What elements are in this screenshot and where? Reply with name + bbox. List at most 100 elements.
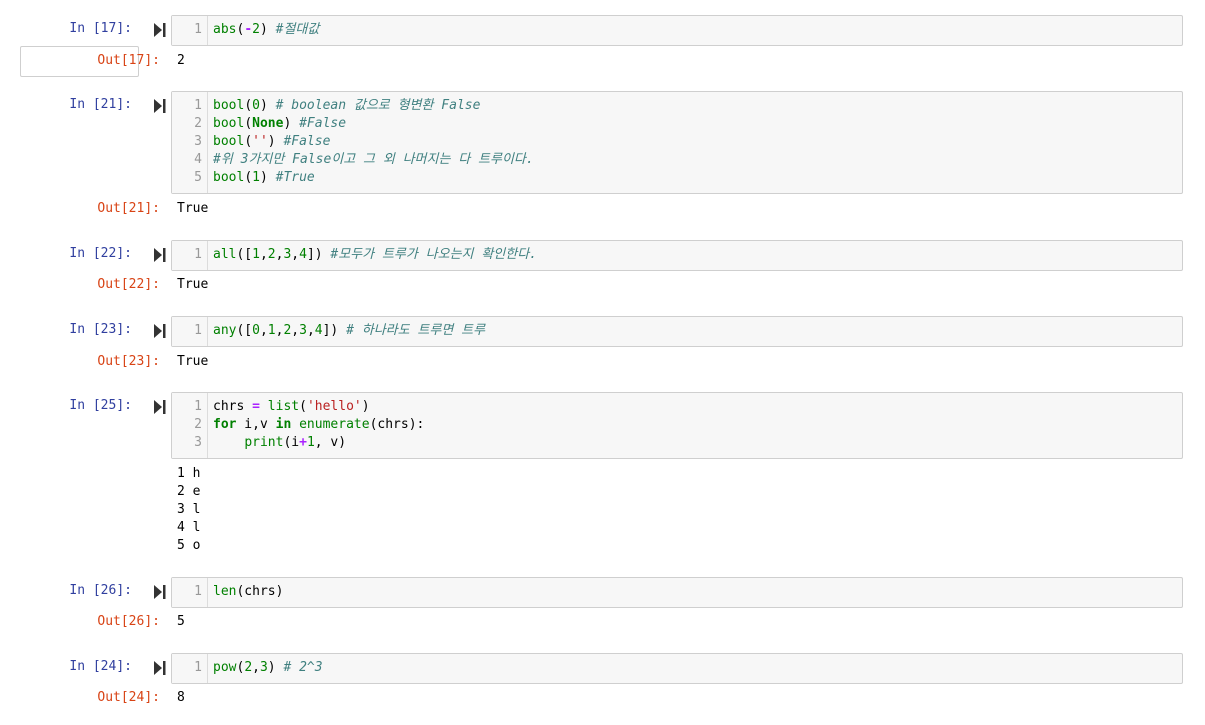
code-token: , [259, 247, 268, 262]
code-token: enumerate [299, 417, 370, 432]
code-line: all([1,2,3,4]) #모두가 트루가 나오는지 확인한다. [213, 246, 537, 264]
in-prompt: In [21]: [69, 97, 132, 112]
code-text[interactable]: bool(0) # boolean 값으로 형변환 False bool(None… [213, 97, 534, 187]
line-number: 5 [194, 170, 202, 185]
code-token: ) [267, 660, 284, 675]
line-number: 1 [194, 660, 202, 675]
code-line: pow(2,3) # 2^3 [213, 659, 323, 677]
line-number: 1 [194, 22, 202, 37]
code-token: ]) [306, 247, 331, 262]
in-prompt: In [25]: [69, 398, 132, 413]
code-token: 1 [267, 323, 276, 338]
code-token: 0 [252, 323, 260, 338]
code-input-area[interactable]: 1 any([0,1,2,3,4]) # 하나라도 트루면 트루 [171, 316, 1183, 347]
code-token: bool [213, 170, 245, 185]
run-cell-icon[interactable] [154, 248, 166, 262]
out-prompt: Out[22]: [97, 277, 160, 292]
code-token: (i [283, 435, 300, 450]
run-cell-icon[interactable] [154, 400, 166, 414]
code-line: bool(None) #False [213, 115, 534, 133]
run-cell-icon[interactable] [154, 324, 166, 338]
code-line: len(chrs) [213, 583, 283, 601]
code-token: bool [213, 116, 245, 131]
code-token: 0 [252, 98, 260, 113]
code-input-area[interactable]: 1 pow(2,3) # 2^3 [171, 653, 1183, 684]
code-token: # 2^3 [283, 660, 323, 675]
code-token: ( [244, 170, 253, 185]
code-text[interactable]: any([0,1,2,3,4]) # 하나라도 트루면 트루 [213, 322, 485, 340]
code-input-area[interactable]: 1 2 3 4 5 bool(0) # boolean 값으로 형변환 Fals… [171, 91, 1183, 194]
line-number: 2 [194, 116, 202, 131]
code-line: bool(1) #True [213, 169, 534, 187]
run-cell-icon[interactable] [154, 23, 166, 37]
line-number: 3 [194, 435, 202, 450]
code-text[interactable]: pow(2,3) # 2^3 [213, 659, 323, 677]
code-token: , v) [314, 435, 347, 450]
code-token: abs [213, 22, 237, 37]
code-token: 1 [306, 435, 315, 450]
code-token: ) [267, 134, 284, 149]
code-line: abs(-2) #절대값 [213, 21, 319, 39]
line-number: 3 [194, 134, 202, 149]
code-token: 3 [259, 660, 268, 675]
code-input-area[interactable]: 1 len(chrs) [171, 577, 1183, 608]
cell-output: 5 [177, 614, 185, 629]
code-token: 2 [252, 22, 260, 37]
code-token: 4 [299, 247, 307, 262]
cell-output: True [177, 277, 209, 292]
in-prompt: In [22]: [69, 246, 132, 261]
code-input-area[interactable]: 1 all([1,2,3,4]) #모두가 트루가 나오는지 확인한다. [171, 240, 1183, 271]
code-token: 4 [314, 323, 323, 338]
cell-output: True [177, 201, 209, 216]
code-text[interactable]: chrs = list('hello') for i,v in enumerate… [213, 398, 424, 452]
code-token: - [244, 22, 253, 37]
line-number: 1 [194, 584, 202, 599]
code-token: #True [275, 170, 315, 185]
code-line: #위 3가지만 False이고 그 외 나머지는 다 트루이다. [213, 151, 534, 169]
code-token: pow [213, 660, 237, 675]
cell-output: 1 h 2 e 3 l 4 l 5 o [177, 466, 201, 553]
code-token: (chrs) [236, 584, 284, 599]
code-input-area[interactable]: 1 abs(-2) #절대값 [171, 15, 1183, 46]
code-token: , [291, 247, 300, 262]
code-token: (chrs): [369, 417, 425, 432]
out-prompt: Out[26]: [97, 614, 160, 629]
code-text[interactable]: abs(-2) #절대값 [213, 21, 319, 39]
run-cell-icon[interactable] [154, 99, 166, 113]
code-token: #False [299, 116, 347, 131]
line-number: 1 [194, 323, 202, 338]
code-token: 'hello' [306, 399, 362, 414]
code-token: print [244, 435, 284, 450]
code-line: bool('') #False [213, 133, 534, 151]
code-token: #절대값 [275, 22, 320, 37]
code-input-area[interactable]: 1 2 3 chrs = list('hello') for i,v in enu… [171, 392, 1183, 459]
code-token: 1 [252, 247, 260, 262]
run-cell-icon[interactable] [154, 585, 166, 599]
in-prompt: In [26]: [69, 583, 132, 598]
line-number: 1 [194, 247, 202, 262]
code-token: ( [244, 98, 253, 113]
cell-output: True [177, 354, 209, 369]
code-token: ) [283, 116, 300, 131]
code-token: 2 [267, 247, 276, 262]
code-text[interactable]: len(chrs) [213, 583, 283, 601]
code-line: print(i+1, v) [213, 434, 424, 452]
code-token: '' [252, 134, 268, 149]
code-line: chrs = list('hello') [213, 398, 424, 416]
in-prompt: In [23]: [69, 322, 132, 337]
code-token: #False [283, 134, 331, 149]
code-token: #위 3가지만 False이고 그 외 나머지는 다 트루이다. [213, 152, 534, 167]
out-prompt: Out[21]: [97, 201, 160, 216]
code-text[interactable]: all([1,2,3,4]) #모두가 트루가 나오는지 확인한다. [213, 246, 537, 264]
code-token: ]) [322, 323, 347, 338]
line-number: 1 [194, 98, 202, 113]
line-number: 4 [194, 152, 202, 167]
code-token: #모두가 트루가 나오는지 확인한다. [330, 247, 537, 262]
run-cell-icon[interactable] [154, 661, 166, 675]
cell-output: 2 [177, 53, 185, 68]
out-prompt: Out[17]: [97, 53, 160, 68]
code-token: for [213, 417, 237, 432]
code-token: in [275, 417, 292, 432]
